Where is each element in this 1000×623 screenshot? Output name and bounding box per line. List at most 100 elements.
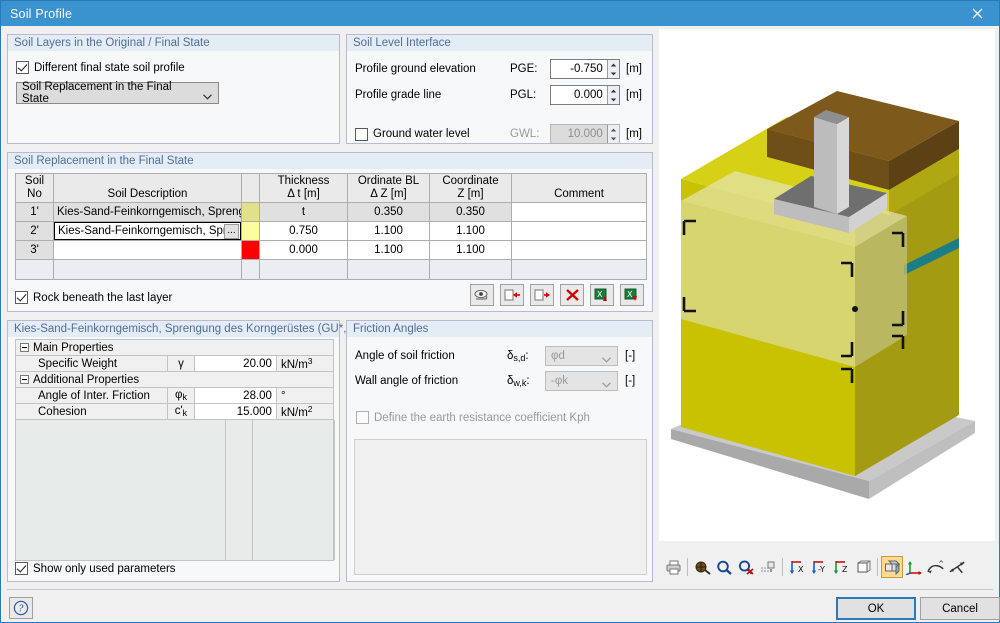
- cell-description[interactable]: Kies-Sand-Feinkorngemisch, Sprengu: [53, 202, 242, 222]
- pge-input[interactable]: [551, 60, 607, 78]
- cell-thickness[interactable]: 0.750: [259, 221, 348, 241]
- cell-coordinate[interactable]: 1.100: [429, 221, 512, 241]
- wall-friction-unit: [-]: [625, 375, 636, 387]
- toolbar-separator: [687, 558, 688, 576]
- properties-group-row[interactable]: Main Properties: [15, 339, 334, 356]
- table-row[interactable]: 1' Kies-Sand-Feinkorngemisch, Sprengu t …: [15, 202, 647, 222]
- main-properties-header[interactable]: Main Properties: [15, 339, 334, 356]
- pgl-stepper[interactable]: [550, 85, 620, 105]
- view-box-button[interactable]: [852, 556, 874, 578]
- friction-angle-value[interactable]: 28.00: [193, 387, 277, 404]
- soil-replacement-table[interactable]: Soil No Soil Description Thickness Δ t […: [15, 173, 647, 280]
- cell-empty: [429, 259, 512, 280]
- export-excel-button[interactable]: X: [620, 284, 644, 306]
- pge-spin-buttons[interactable]: [606, 60, 619, 78]
- final-state-select[interactable]: Soil Replacement in the Final State: [16, 81, 219, 105]
- pan-button[interactable]: [947, 556, 969, 578]
- print-button[interactable]: [662, 556, 684, 578]
- description-browse-button[interactable]: ...: [224, 223, 239, 239]
- col-comment: Comment: [511, 173, 647, 203]
- cell-comment[interactable]: [511, 221, 647, 241]
- svg-text:X: X: [798, 565, 804, 574]
- cell-description[interactable]: Kies-Sand-Feinkorngemisch, Sprenc ...: [53, 221, 242, 241]
- soil-friction-select-value: φd: [551, 350, 565, 362]
- visibility-button[interactable]: [470, 284, 494, 306]
- 3d-viewport[interactable]: [659, 29, 995, 541]
- zoom-in-button[interactable]: [713, 556, 735, 578]
- cell-color-swatch[interactable]: [241, 202, 260, 222]
- table-row-empty[interactable]: [15, 259, 647, 280]
- spin-down-icon[interactable]: [608, 95, 619, 104]
- zoom-out-button[interactable]: [735, 556, 757, 578]
- soil-profile-dialog: Soil Profile Soil Layers in the Original…: [0, 0, 1000, 623]
- collapse-icon[interactable]: [20, 342, 29, 352]
- description-editor[interactable]: Kies-Sand-Feinkorngemisch, Sprenc ...: [54, 222, 241, 240]
- cell-ordinate[interactable]: 1.100: [347, 221, 430, 241]
- cell-thickness[interactable]: t: [259, 202, 348, 222]
- spin-down-icon[interactable]: [608, 69, 619, 78]
- property-row[interactable]: Angle of Inter. Friction φk 28.00 °: [15, 387, 335, 404]
- friction-angle-symbol: φk: [166, 387, 195, 404]
- property-row[interactable]: Cohesion c'k 15.000 kN/m2: [15, 403, 335, 420]
- cohesion-value[interactable]: 15.000: [193, 403, 277, 420]
- define-kph-checkbox: Define the earth resistance coefficient …: [356, 411, 590, 424]
- spin-up-icon[interactable]: [608, 86, 619, 95]
- col-thickness: Thickness Δ t [m]: [259, 173, 348, 203]
- cell-color-swatch[interactable]: [241, 240, 260, 260]
- cell-ordinate[interactable]: 0.350: [347, 202, 430, 222]
- rock-beneath-last-layer-checkbox[interactable]: Rock beneath the last layer: [15, 291, 172, 304]
- gwl-spin-buttons: [606, 125, 619, 143]
- cell-coordinate[interactable]: 1.100: [429, 240, 512, 260]
- pge-stepper[interactable]: [550, 59, 620, 79]
- close-icon[interactable]: [955, 1, 999, 26]
- properties-table[interactable]: Main Properties Specific Weight γ 20.00 …: [15, 339, 335, 420]
- different-final-state-label: Different final state soil profile: [34, 61, 185, 74]
- rotate-button[interactable]: ^: [925, 556, 947, 578]
- render-button[interactable]: [691, 556, 713, 578]
- friction-angles-group: Friction Angles Angle of soil friction δ…: [346, 320, 653, 582]
- show-axes-button[interactable]: [903, 556, 925, 578]
- delete-row-button[interactable]: [560, 284, 584, 306]
- friction-angles-legend: Friction Angles: [346, 320, 653, 337]
- insert-row-before-button[interactable]: [500, 284, 524, 306]
- pgl-input[interactable]: [551, 86, 607, 104]
- ground-water-level-checkbox[interactable]: Ground water level: [355, 127, 510, 141]
- help-button[interactable]: ?: [9, 597, 33, 619]
- ok-button[interactable]: OK: [836, 597, 916, 620]
- window-title: Soil Profile: [10, 6, 73, 21]
- collapse-icon[interactable]: [20, 374, 29, 384]
- additional-properties-header[interactable]: Additional Properties: [15, 371, 334, 388]
- insert-row-after-button[interactable]: [530, 284, 554, 306]
- specific-weight-value[interactable]: 20.00: [193, 355, 277, 372]
- svg-text:-Y: -Y: [818, 565, 825, 574]
- cell-comment[interactable]: [511, 240, 647, 260]
- table-row[interactable]: 2' Kies-Sand-Feinkorngemisch, Sprenc ...…: [15, 221, 647, 241]
- soil-profile-3d-model: [671, 91, 975, 499]
- view-y-button[interactable]: -Y: [808, 556, 830, 578]
- cell-ordinate[interactable]: 1.100: [347, 240, 430, 260]
- view-x-button[interactable]: X: [786, 556, 808, 578]
- soil-friction-row: Angle of soil friction δs,d: φd [-]: [355, 346, 646, 366]
- cell-description[interactable]: [53, 240, 242, 260]
- import-excel-button[interactable]: X: [590, 284, 614, 306]
- soil-friction-unit: [-]: [625, 350, 636, 362]
- cell-thickness[interactable]: 0.000: [259, 240, 348, 260]
- table-row[interactable]: 3' 0.000 1.100 1.100: [15, 240, 647, 260]
- properties-group-row[interactable]: Additional Properties: [15, 371, 334, 388]
- view-iso-button[interactable]: [881, 556, 903, 578]
- cancel-button[interactable]: Cancel: [920, 597, 1000, 620]
- cell-comment[interactable]: [511, 202, 647, 222]
- ground-water-level-label: Ground water level: [373, 128, 470, 140]
- property-row[interactable]: Specific Weight γ 20.00 kN/m3: [15, 355, 335, 372]
- cell-color-swatch[interactable]: [241, 221, 260, 241]
- different-final-state-checkbox[interactable]: Different final state soil profile: [16, 61, 185, 74]
- view-z-button[interactable]: Z: [830, 556, 852, 578]
- cell-empty: [511, 259, 647, 280]
- pgl-spin-buttons[interactable]: [606, 86, 619, 104]
- grid-snap-button[interactable]: [757, 556, 779, 578]
- cell-coordinate[interactable]: 0.350: [429, 202, 512, 222]
- svg-text:Z: Z: [842, 565, 848, 574]
- soil-properties-legend: Kies-Sand-Feinkorngemisch, Sprengung des…: [7, 320, 362, 337]
- spin-up-icon[interactable]: [608, 60, 619, 69]
- show-only-used-parameters-checkbox[interactable]: Show only used parameters: [15, 562, 176, 575]
